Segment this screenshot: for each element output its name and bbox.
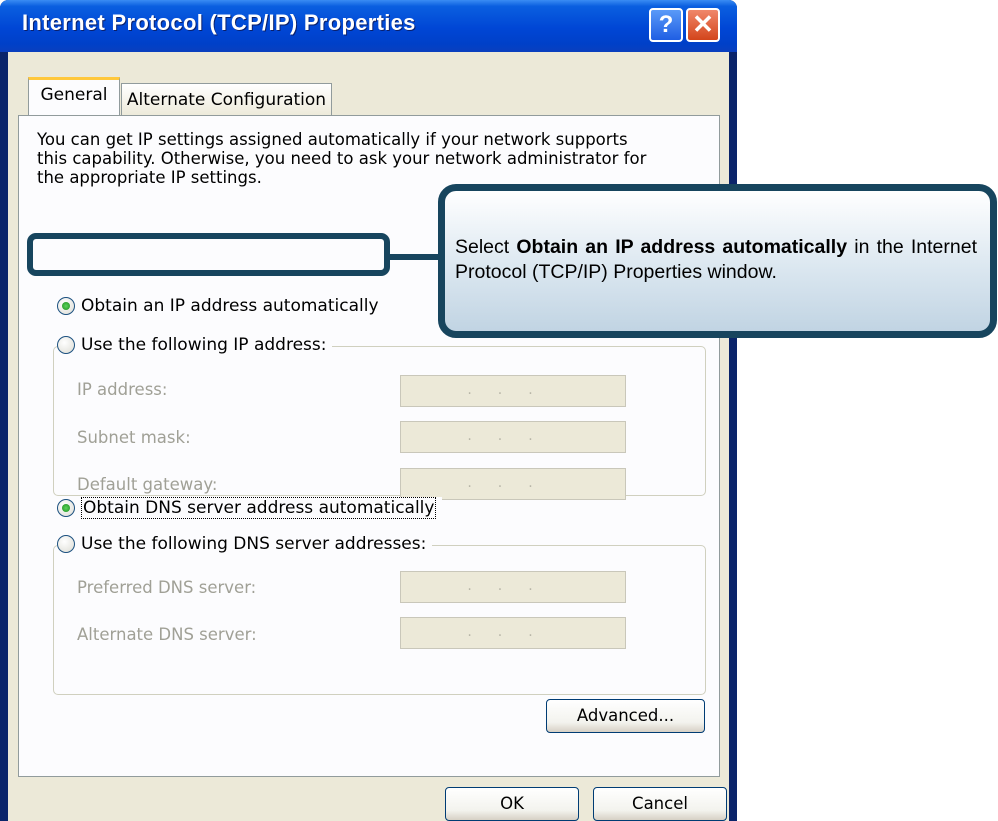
use-following-dns-label: Use the following DNS server addresses: (81, 534, 427, 554)
default-gateway-field[interactable]: ... (400, 468, 626, 500)
obtain-dns-auto-radio[interactable]: Obtain DNS server address automatically (57, 497, 443, 519)
alternate-dns-field[interactable]: ... (400, 617, 626, 649)
subnet-mask-label: Subnet mask: (77, 428, 191, 447)
cancel-button[interactable]: Cancel (593, 787, 727, 821)
subnet-mask-field[interactable]: ... (400, 421, 626, 453)
title-bar[interactable]: Internet Protocol (TCP/IP) Properties ? … (0, 0, 737, 52)
highlight-box (27, 233, 390, 276)
use-following-ip-label: Use the following IP address: (81, 335, 327, 355)
window-title: Internet Protocol (TCP/IP) Properties (22, 10, 416, 35)
ip-address-label: IP address: (77, 380, 168, 399)
close-button[interactable]: ✕ (686, 8, 720, 42)
callout-prefix: Select (455, 236, 517, 258)
tab-alternate-configuration[interactable]: Alternate Configuration (121, 83, 332, 117)
obtain-dns-auto-label: Obtain DNS server address automatically (81, 497, 437, 519)
radio-unchecked-icon (57, 336, 75, 354)
dialog-client-area: General Alternate Configuration You can … (8, 52, 729, 821)
radio-checked-icon (57, 499, 75, 517)
preferred-dns-label: Preferred DNS server: (77, 578, 257, 597)
obtain-ip-auto-radio[interactable]: Obtain an IP address automatically (57, 296, 385, 316)
obtain-ip-auto-label: Obtain an IP address automatically (81, 296, 379, 316)
callout-connector (388, 254, 442, 260)
tab-alternate-label: Alternate Configuration (126, 90, 327, 110)
preferred-dns-field[interactable]: ... (400, 571, 626, 603)
use-following-ip-radio[interactable]: Use the following IP address: (57, 335, 333, 355)
alternate-dns-label: Alternate DNS server: (77, 625, 257, 644)
dialog-window: Internet Protocol (TCP/IP) Properties ? … (0, 0, 737, 821)
intro-text: You can get IP settings assigned automat… (37, 130, 647, 187)
use-following-dns-radio[interactable]: Use the following DNS server addresses: (57, 534, 433, 554)
advanced-button[interactable]: Advanced... (546, 699, 705, 733)
radio-unchecked-icon (57, 535, 75, 553)
default-gateway-label: Default gateway: (77, 475, 218, 494)
instruction-callout: Select Obtain an IP address automaticall… (438, 184, 997, 338)
tab-general-label: General (40, 85, 108, 105)
radio-checked-icon (57, 297, 75, 315)
help-button[interactable]: ? (649, 8, 683, 42)
close-icon: ✕ (692, 9, 714, 39)
tab-general[interactable]: General (28, 77, 120, 115)
ok-button[interactable]: OK (445, 787, 579, 821)
help-icon: ? (658, 11, 674, 38)
ip-address-field[interactable]: ... (400, 375, 626, 407)
callout-emphasis: Obtain an IP address automatically (516, 236, 848, 258)
